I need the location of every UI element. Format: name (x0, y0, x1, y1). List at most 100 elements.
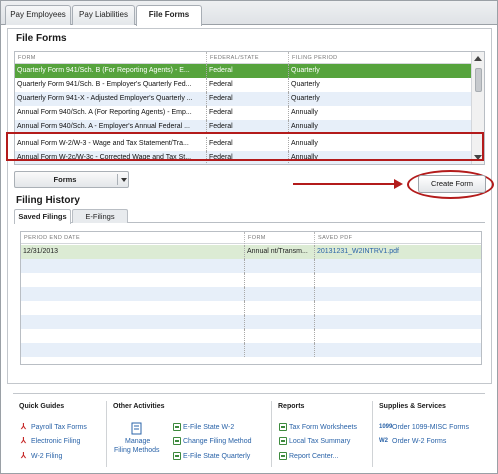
saved-pdf-link[interactable]: 20131231_W2INTRV1.pdf (315, 245, 481, 259)
empty-cell (245, 343, 315, 357)
quick-guides-title: Quick Guides (19, 403, 65, 410)
empty-cell (245, 287, 315, 301)
w2-filing-link[interactable]: W-2 Filing (31, 453, 62, 460)
table-row[interactable]: Quarterly Form 941/Sch. B - Employer's Q… (15, 78, 472, 92)
saved-filings-table: PERIOD END DATE FORM SAVED PDF 12/31/201… (20, 231, 482, 365)
efile-state-w2-link[interactable]: E-File State W-2 (183, 424, 234, 431)
table-row (21, 343, 481, 357)
form-name: Quarterly Form 941/Sch. B (For Reporting… (15, 64, 207, 78)
empty-cell (21, 329, 245, 343)
filing-period: Quarterly (291, 67, 320, 74)
tab-e-filings[interactable]: E-Filings (72, 209, 128, 223)
order-w2-icon: W2 (379, 438, 388, 444)
table-row (21, 329, 481, 343)
filing-period: Quarterly (291, 81, 320, 88)
column-header-federal-state[interactable]: FEDERAL/STATE (207, 52, 289, 64)
annotation-arrow (293, 183, 396, 185)
table-row[interactable]: Annual Form 940/Sch. A (For Reporting Ag… (15, 106, 472, 120)
scroll-thumb[interactable] (475, 68, 482, 92)
annotation-highlight-box (6, 132, 484, 161)
tab-label: Pay Employees (10, 10, 66, 19)
table-row (21, 273, 481, 287)
empty-cell (21, 301, 245, 315)
other-activities-title: Other Activities (113, 403, 165, 410)
empty-cell (245, 315, 315, 329)
column-header-saved-pdf[interactable]: SAVED PDF (315, 232, 481, 244)
manage-filing-methods-icon[interactable] (131, 422, 143, 436)
tab-saved-filings[interactable]: Saved Filings (14, 209, 71, 224)
payroll-tax-forms-link[interactable]: Payroll Tax Forms (31, 424, 87, 431)
manage-filing-methods-link-line1[interactable]: Manage (125, 438, 150, 445)
federal-state: Federal (207, 78, 289, 92)
table-row[interactable]: Quarterly Form 941-X - Adjusted Employer… (15, 92, 472, 106)
federal-state: Federal (207, 64, 289, 78)
forms-dropdown[interactable]: Forms (14, 171, 129, 188)
form-name: Quarterly Form 941-X - Adjusted Employer… (15, 92, 207, 106)
forms-dropdown-label: Forms (53, 175, 77, 184)
report-center-link[interactable]: Report Center... (289, 453, 338, 460)
form-name: Annual Form 940/Sch. A (For Reporting Ag… (15, 106, 207, 120)
filing-history-title: Filing History (16, 195, 80, 206)
scroll-up-icon[interactable] (474, 56, 482, 61)
report-icon (279, 437, 287, 445)
filing-period: Annually (291, 109, 318, 116)
dropdown-divider (117, 174, 118, 185)
tab-label: File Forms (148, 10, 190, 19)
tab-file-forms[interactable]: File Forms (136, 5, 202, 26)
empty-cell (21, 343, 245, 357)
file-forms-title: File Forms (16, 33, 67, 44)
pdf-icon: ⅄ (21, 451, 26, 460)
federal-state: Federal (207, 92, 289, 106)
pdf-icon: ⅄ (21, 436, 26, 445)
efile-icon (173, 423, 181, 431)
efile-state-quarterly-link[interactable]: E-File State Quarterly (183, 453, 250, 460)
order-w2-forms-link[interactable]: Order W-2 Forms (392, 438, 446, 445)
empty-cell (245, 259, 315, 273)
filing-history-tabs: Saved Filings E-Filings (14, 209, 485, 224)
empty-cell (245, 273, 315, 287)
tab-pay-liabilities[interactable]: Pay Liabilities (72, 5, 135, 25)
electronic-filing-link[interactable]: Electronic Filing (31, 438, 80, 445)
column-header-filing-period[interactable]: FILING PERIOD (289, 52, 472, 64)
manage-filing-methods-link-line2[interactable]: Filing Methods (114, 447, 160, 454)
column-header-form[interactable]: FORM (15, 52, 207, 64)
column-header-form[interactable]: FORM (245, 232, 315, 244)
form-name: Quarterly Form 941/Sch. B - Employer's Q… (15, 78, 207, 92)
column-divider (372, 401, 373, 467)
period-end-date: 12/31/2013 (21, 245, 245, 259)
saved-filings-header: PERIOD END DATE FORM SAVED PDF (21, 232, 481, 244)
create-form-button[interactable]: Create Form (418, 175, 486, 193)
payroll-center-window: Pay Employees Pay Liabilities File Forms… (0, 0, 498, 474)
filing-period: Quarterly (291, 95, 320, 102)
empty-cell (21, 287, 245, 301)
report-icon (279, 423, 287, 431)
column-header-period-end-date[interactable]: PERIOD END DATE (21, 232, 245, 244)
forms-table-header: FORM FEDERAL/STATE FILING PERIOD (15, 52, 472, 64)
empty-cell (245, 329, 315, 343)
column-divider (106, 401, 107, 467)
order-1099-icon: 1099 (379, 424, 393, 430)
table-row (21, 259, 481, 273)
local-tax-summary-link[interactable]: Local Tax Summary (289, 438, 350, 445)
order-1099-misc-link[interactable]: Order 1099-MISC Forms (392, 424, 469, 431)
efile-icon (173, 452, 181, 460)
table-row (21, 301, 481, 315)
change-filing-method-link[interactable]: Change Filing Method (183, 438, 252, 445)
top-tab-bar: Pay Employees Pay Liabilities File Forms (1, 1, 497, 26)
chevron-down-icon[interactable] (121, 178, 127, 182)
tab-label: Pay Liabilities (79, 10, 128, 19)
empty-cell (21, 259, 245, 273)
column-divider (271, 401, 272, 467)
table-row (21, 315, 481, 329)
tab-pay-employees[interactable]: Pay Employees (5, 5, 71, 25)
tax-form-worksheets-link[interactable]: Tax Form Worksheets (289, 424, 357, 431)
reports-title: Reports (278, 403, 305, 410)
saved-form: Annual nt/Transm... (245, 245, 315, 259)
supplies-services-title: Supplies & Services (379, 403, 446, 410)
annotation-arrow-head-icon (394, 179, 403, 189)
table-row[interactable]: 12/31/2013 Annual nt/Transm... 20131231_… (21, 245, 481, 259)
table-row[interactable]: Quarterly Form 941/Sch. B (For Reporting… (15, 64, 472, 78)
empty-cell (245, 301, 315, 315)
change-method-icon (173, 437, 181, 445)
report-icon (279, 452, 287, 460)
